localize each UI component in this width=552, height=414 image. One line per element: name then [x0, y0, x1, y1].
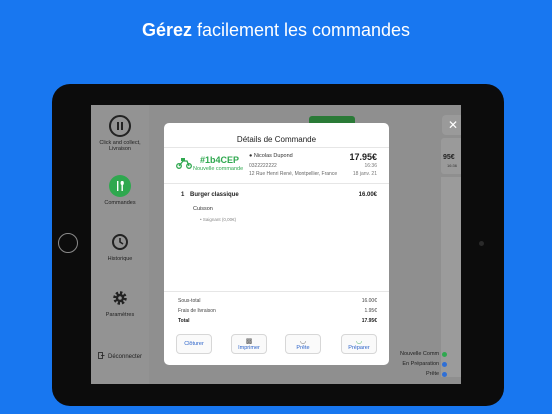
scooter-icon: [176, 157, 192, 172]
headline-bold: Gérez: [141, 20, 192, 40]
legend-item: Nouvelle Comm: [400, 349, 448, 359]
subtotal-row: Sous-total 16.00€: [178, 298, 377, 304]
option-value-text: Saignant (0,00€): [202, 217, 237, 222]
order-time: 16:36: [364, 163, 377, 169]
status-dot-icon: [442, 371, 448, 377]
sidebar-item-orders[interactable]: Commandes: [91, 175, 149, 206]
order-details-modal: Détails de Commande #1b4CEP Nouvelle com…: [164, 123, 389, 365]
prepare-button[interactable]: ◡ Préparer: [341, 334, 377, 354]
status-dot-icon: [442, 351, 448, 357]
headline-rest: facilement les commandes: [191, 20, 411, 40]
status-dot-icon: [442, 361, 448, 367]
user-icon: ●: [249, 153, 253, 159]
logout-icon: [98, 352, 105, 361]
sidebar-item-history[interactable]: Historique: [91, 231, 149, 262]
printer-icon: ▩: [245, 338, 253, 345]
fork-knife-icon: [109, 175, 131, 197]
dish-icon: ◡: [355, 338, 363, 345]
delivery-fee-row: Frais de livraison 1.95€: [178, 308, 377, 314]
customer-address: 12 Rue Henri René, Montpellier, France: [249, 171, 338, 177]
total-label: Total: [178, 318, 190, 324]
delivery-fee-value: 1.95€: [364, 308, 377, 314]
ready-label: Prête: [296, 345, 310, 351]
order-number: #1b4CEP: [200, 155, 240, 165]
total-row: Total 17.95€: [178, 318, 377, 324]
disconnect-label: Déconnecter: [107, 353, 143, 360]
sidebar-item-label: Paramètres: [105, 312, 135, 318]
customer-phone: 0322222222: [249, 163, 277, 169]
print-label: Imprimer: [238, 345, 260, 351]
dish-icon: ◡: [299, 338, 307, 345]
prepare-label: Préparer: [348, 345, 370, 351]
delivery-fee-label: Frais de livraison: [178, 308, 216, 314]
legend-item: Prête: [400, 369, 448, 379]
disconnect-button[interactable]: Déconnecter: [91, 352, 149, 361]
pause-icon: [109, 115, 131, 137]
legend-label: Prête: [425, 371, 440, 377]
option-value: • Saignant (0,00€): [200, 217, 237, 222]
sidebar-item-label: Click and collect, Livraison: [99, 140, 141, 152]
camera-dot: [479, 241, 484, 246]
gear-icon: [109, 287, 131, 309]
ready-button[interactable]: ◡ Prête: [285, 334, 321, 354]
sidebar-item-label: Historique: [107, 256, 133, 262]
item-price: 16.00€: [358, 192, 377, 198]
history-icon: [109, 231, 131, 253]
item-name: Burger classique: [190, 192, 239, 198]
background-order-price: 95€: [443, 154, 455, 161]
modal-title: Détails de Commande: [236, 135, 317, 144]
legend-label: En Préparation: [402, 361, 440, 367]
close-order-button[interactable]: Clôturer: [176, 334, 212, 354]
headline: Gérez facilement les commandes: [0, 20, 552, 41]
sidebar-item-label: Commandes: [104, 200, 136, 206]
background-order-time: 16:36: [447, 163, 458, 168]
print-button[interactable]: ▩ Imprimer: [231, 334, 267, 354]
background-column: [441, 177, 461, 377]
sidebar-item-click-collect[interactable]: Click and collect, Livraison: [91, 115, 149, 152]
legend-label: Nouvelle Comm: [400, 351, 440, 357]
divider: [164, 183, 389, 184]
close-icon[interactable]: ✕: [442, 115, 461, 135]
sidebar: Click and collect, Livraison Commandes H…: [91, 105, 149, 384]
item-quantity: 1: [181, 192, 185, 198]
subtotal-label: Sous-total: [178, 298, 201, 304]
option-title: Cuisson: [193, 206, 213, 212]
home-button[interactable]: [58, 233, 78, 253]
customer-name: ● Nicolas Dupond: [249, 153, 293, 159]
divider: [164, 147, 389, 148]
subtotal-value: 16.00€: [361, 298, 377, 304]
customer-name-text: Nicolas Dupond: [253, 153, 293, 159]
legend-item: En Préparation: [400, 359, 448, 369]
order-price: 17.95€: [349, 152, 377, 162]
close-order-label: Clôturer: [184, 341, 204, 347]
total-value: 17.95€: [361, 318, 377, 324]
divider: [164, 291, 389, 292]
status-legend: Nouvelle Comm En Préparation Prête: [400, 349, 448, 379]
order-status: Nouvelle commande: [193, 166, 244, 172]
order-date: 18 janv. 21: [352, 171, 377, 177]
sidebar-item-settings[interactable]: Paramètres: [91, 287, 149, 318]
